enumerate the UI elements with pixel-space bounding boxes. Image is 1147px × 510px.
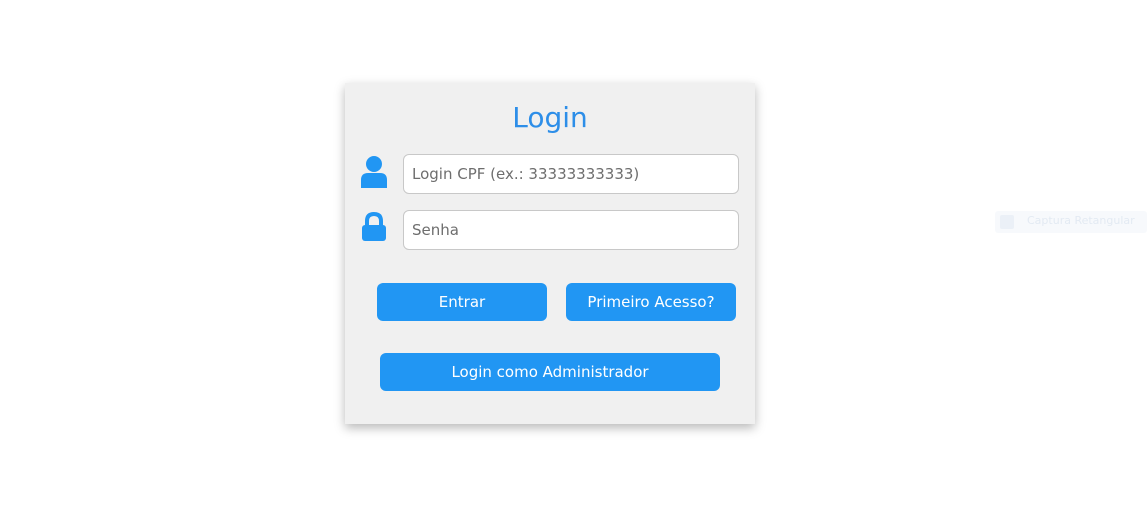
first-access-button[interactable]: Primeiro Acesso? bbox=[566, 283, 736, 321]
admin-login-button[interactable]: Login como Administrador bbox=[380, 353, 720, 391]
enter-button[interactable]: Entrar bbox=[377, 283, 547, 321]
page: Login Entrar Primeiro Acesso? Login como… bbox=[0, 0, 1147, 510]
login-card: Login Entrar Primeiro Acesso? Login como… bbox=[345, 83, 755, 424]
capture-icon bbox=[1000, 215, 1014, 229]
capture-extension-widget[interactable]: Captura Retangular bbox=[995, 211, 1147, 233]
password-input[interactable] bbox=[403, 210, 739, 250]
capture-widget-label: Captura Retangular bbox=[1027, 214, 1135, 227]
lock-icon bbox=[360, 211, 388, 243]
login-title: Login bbox=[512, 101, 588, 134]
cpf-login-input[interactable] bbox=[403, 154, 739, 194]
user-icon bbox=[360, 156, 388, 188]
